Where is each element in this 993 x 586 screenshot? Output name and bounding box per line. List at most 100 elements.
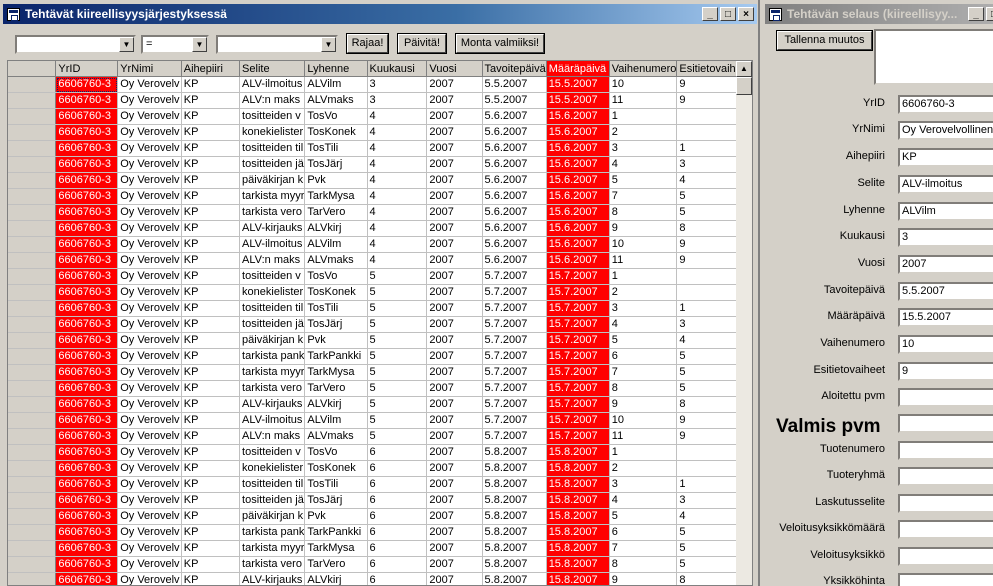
cell-lyhenne[interactable]: Pvk xyxy=(304,332,368,349)
cell-määräpäivä[interactable]: 15.6.2007 xyxy=(546,108,610,125)
cell-aihepiiri[interactable]: KP xyxy=(181,428,241,445)
cell-vaihenumero[interactable]: 8 xyxy=(609,556,678,573)
column-header-lyhenne[interactable]: Lyhenne xyxy=(304,61,368,77)
cell-vaihenumero[interactable]: 10 xyxy=(609,76,678,93)
cell-kuukausi[interactable]: 3 xyxy=(367,76,428,93)
cell-määräpäivä[interactable]: 15.5.2007 xyxy=(546,76,610,93)
cell-määräpäivä[interactable]: 15.6.2007 xyxy=(546,220,610,237)
row-selector[interactable] xyxy=(8,556,57,573)
cell-vuosi[interactable]: 2007 xyxy=(426,332,483,349)
cell-selite[interactable]: ALV:n maks xyxy=(239,428,306,445)
cell-tavoitepäivä[interactable]: 5.8.2007 xyxy=(482,508,547,525)
cell-aihepiiri[interactable]: KP xyxy=(181,396,241,413)
scroll-thumb[interactable] xyxy=(736,77,752,95)
cell-aihepiiri[interactable]: KP xyxy=(181,508,241,525)
cell-määräpäivä[interactable]: 15.6.2007 xyxy=(546,156,610,173)
column-header-aihepiiri[interactable]: Aihepiiri xyxy=(181,61,241,77)
cell-määräpäivä[interactable]: 15.7.2007 xyxy=(546,396,610,413)
field-input[interactable]: 2007 xyxy=(898,255,993,274)
cell-vuosi[interactable]: 2007 xyxy=(426,204,483,221)
cell-selite[interactable]: tositteiden jä xyxy=(239,156,306,173)
cell-yrid[interactable]: 6606760-3 xyxy=(55,140,119,157)
cell-yrid[interactable]: 6606760-3 xyxy=(55,524,119,541)
cell-aihepiiri[interactable]: KP xyxy=(181,284,241,301)
field-input[interactable]: Oy Verovelvollinen A xyxy=(898,121,993,140)
cell-aihepiiri[interactable]: KP xyxy=(181,316,241,333)
row-selector[interactable] xyxy=(8,284,57,301)
table-row[interactable]: 6606760-3 Oy Verovelv KP konekielister TosKo… xyxy=(8,124,752,141)
minimize-button[interactable]: _ xyxy=(702,7,718,21)
row-selector[interactable] xyxy=(8,428,57,445)
row-selector[interactable] xyxy=(8,316,57,333)
cell-määräpäivä[interactable]: 15.7.2007 xyxy=(546,300,610,317)
cell-määräpäivä[interactable]: 15.7.2007 xyxy=(546,332,610,349)
row-selector[interactable] xyxy=(8,364,57,381)
cell-määräpäivä[interactable]: 15.6.2007 xyxy=(546,124,610,141)
cell-yrnimi[interactable]: Oy Verovelv xyxy=(117,348,182,365)
cell-yrnimi[interactable]: Oy Verovelv xyxy=(117,476,182,493)
cell-selite[interactable]: päiväkirjan k xyxy=(239,508,306,525)
cell-kuukausi[interactable]: 5 xyxy=(367,332,428,349)
cell-yrnimi[interactable]: Oy Verovelv xyxy=(117,444,182,461)
cell-yrnimi[interactable]: Oy Verovelv xyxy=(117,156,182,173)
cell-tavoitepäivä[interactable]: 5.7.2007 xyxy=(482,428,547,445)
table-row[interactable]: 6606760-3 Oy Verovelv KP päiväkirjan k Pvk 5 2… xyxy=(8,332,752,349)
cell-vuosi[interactable]: 2007 xyxy=(426,412,483,429)
cell-vuosi[interactable]: 2007 xyxy=(426,524,483,541)
cell-lyhenne[interactable]: TarkPankki xyxy=(304,524,368,541)
cell-aihepiiri[interactable]: KP xyxy=(181,140,241,157)
cell-lyhenne[interactable]: TosKonek xyxy=(304,460,368,477)
cell-määräpäivä[interactable]: 15.8.2007 xyxy=(546,540,610,557)
row-selector-header[interactable] xyxy=(8,61,57,77)
cell-vaihenumero[interactable]: 3 xyxy=(609,140,678,157)
cell-aihepiiri[interactable]: KP xyxy=(181,412,241,429)
cell-vaihenumero[interactable]: 4 xyxy=(609,492,678,509)
row-selector[interactable] xyxy=(8,108,57,125)
cell-tavoitepäivä[interactable]: 5.7.2007 xyxy=(482,316,547,333)
cell-määräpäivä[interactable]: 15.8.2007 xyxy=(546,460,610,477)
cell-selite[interactable]: päiväkirjan k xyxy=(239,172,306,189)
cell-lyhenne[interactable]: TarkMysa xyxy=(304,540,368,557)
cell-kuukausi[interactable]: 4 xyxy=(367,220,428,237)
cell-tavoitepäivä[interactable]: 5.8.2007 xyxy=(482,492,547,509)
row-selector[interactable] xyxy=(8,188,57,205)
field-input[interactable] xyxy=(898,520,993,539)
cell-yrid[interactable]: 6606760-3 xyxy=(55,364,119,381)
cell-määräpäivä[interactable]: 15.7.2007 xyxy=(546,364,610,381)
cell-määräpäivä[interactable]: 15.8.2007 xyxy=(546,508,610,525)
cell-määräpäivä[interactable]: 15.7.2007 xyxy=(546,428,610,445)
field-input[interactable]: ALV-ilmoitus xyxy=(898,175,993,194)
cell-vuosi[interactable]: 2007 xyxy=(426,556,483,573)
cell-lyhenne[interactable]: TosTili xyxy=(304,476,368,493)
table-row[interactable]: 6606760-3 Oy Verovelv KP tarkista vero TarVe… xyxy=(8,380,752,397)
cell-kuukausi[interactable]: 5 xyxy=(367,364,428,381)
row-selector[interactable] xyxy=(8,140,57,157)
cell-lyhenne[interactable]: ALVkirj xyxy=(304,220,368,237)
cell-yrid[interactable]: 6606760-3 xyxy=(55,92,119,109)
cell-lyhenne[interactable]: TarVero xyxy=(304,380,368,397)
cell-yrnimi[interactable]: Oy Verovelv xyxy=(117,380,182,397)
cell-aihepiiri[interactable]: KP xyxy=(181,444,241,461)
cell-aihepiiri[interactable]: KP xyxy=(181,76,241,93)
row-selector[interactable] xyxy=(8,76,57,93)
cell-yrnimi[interactable]: Oy Verovelv xyxy=(117,364,182,381)
cell-kuukausi[interactable]: 6 xyxy=(367,572,428,585)
table-row[interactable]: 6606760-3 Oy Verovelv KP tarkista pank TarkP… xyxy=(8,524,752,541)
row-selector[interactable] xyxy=(8,492,57,509)
cell-selite[interactable]: tarkista pank xyxy=(239,524,306,541)
row-selector[interactable] xyxy=(8,124,57,141)
cell-tavoitepäivä[interactable]: 5.6.2007 xyxy=(482,188,547,205)
row-selector[interactable] xyxy=(8,348,57,365)
field-input[interactable]: ALVilm xyxy=(898,202,993,221)
chevron-down-icon[interactable]: ▼ xyxy=(321,37,336,52)
cell-yrid[interactable]: 6606760-3 xyxy=(55,428,119,445)
cell-kuukausi[interactable]: 6 xyxy=(367,476,428,493)
cell-selite[interactable]: ALV:n maks xyxy=(239,252,306,269)
cell-selite[interactable]: tarkista vero xyxy=(239,380,306,397)
cell-yrid[interactable]: 6606760-3 xyxy=(55,508,119,525)
cell-lyhenne[interactable]: ALVkirj xyxy=(304,396,368,413)
cell-kuukausi[interactable]: 6 xyxy=(367,492,428,509)
field-input[interactable]: 15.5.2007 xyxy=(898,308,993,327)
cell-vuosi[interactable]: 2007 xyxy=(426,380,483,397)
cell-aihepiiri[interactable]: KP xyxy=(181,492,241,509)
